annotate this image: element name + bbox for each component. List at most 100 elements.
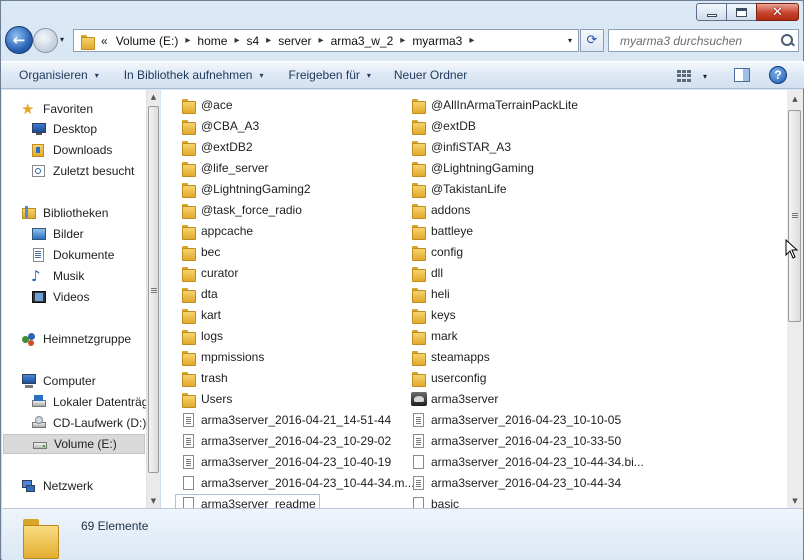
folder-item[interactable]: Users (181, 389, 232, 409)
folder-item[interactable]: @infiSTAR_A3 (411, 137, 511, 157)
folder-item[interactable]: @task_force_radio (181, 200, 302, 220)
sidebar-group-heimnetzgruppe[interactable]: Heimnetzgruppe (21, 329, 131, 349)
sidebar-item[interactable]: CD-Laufwerk (D:) (31, 413, 146, 433)
sidebar-item[interactable]: Bilder (31, 224, 84, 244)
breadcrumb-separator-icon[interactable]: ▸ (469, 35, 474, 46)
file-item[interactable]: arma3server_2016-04-21_14-51-44 (181, 410, 391, 430)
sidebar-item[interactable]: Desktop (31, 119, 97, 139)
folder-item[interactable]: @TakistanLife (411, 179, 507, 199)
file-item[interactable]: arma3server_readme (175, 494, 320, 508)
breadcrumb-separator-icon[interactable]: ▸ (185, 35, 190, 46)
file-list-scrollbar[interactable]: ▲ ▼ (787, 90, 803, 508)
search-icon[interactable] (776, 30, 798, 52)
breadcrumb-separator-icon[interactable]: ▸ (266, 35, 271, 46)
folder-item[interactable]: @LightningGaming2 (181, 179, 311, 199)
folder-item[interactable]: mpmissions (181, 347, 264, 367)
help-button[interactable]: ? (769, 66, 787, 84)
chevron-down-icon[interactable]: ▾ (703, 72, 707, 81)
folder-item[interactable]: appcache (181, 221, 253, 241)
file-item[interactable]: arma3server_2016-04-23_10-44-34.bi... (411, 452, 644, 472)
breadcrumb-item[interactable]: Volume (E:) (116, 34, 179, 48)
folder-item[interactable]: heli (411, 284, 450, 304)
file-item[interactable]: arma3server_2016-04-23_10-33-50 (411, 431, 621, 451)
sidebar-item[interactable]: ♪ Musik (31, 266, 84, 286)
folder-item[interactable]: config (411, 242, 463, 262)
share-with-button[interactable]: Freigeben für ▾ (283, 64, 377, 86)
scroll-down-icon[interactable]: ▼ (147, 494, 160, 508)
sidebar-group-bibliotheken[interactable]: Bibliotheken (21, 203, 108, 223)
forward-button[interactable]: → (33, 28, 58, 53)
breadcrumb-item[interactable]: s4 (246, 34, 259, 48)
folder-item[interactable]: trash (181, 368, 228, 388)
sidebar-item[interactable]: Dokumente (31, 245, 114, 265)
organize-button[interactable]: Organisieren ▾ (13, 64, 105, 86)
file-name: heli (431, 287, 450, 301)
sidebar-item[interactable]: Volume (E:) (3, 434, 145, 454)
folder-item[interactable]: dll (411, 263, 443, 283)
file-item[interactable]: arma3server (411, 389, 498, 409)
scroll-down-icon[interactable]: ▼ (787, 494, 803, 508)
address-bar[interactable]: « Volume (E:) ▸ home ▸ s4 ▸ server ▸ arma3_w_2 ▸ m… (73, 29, 579, 52)
file-item[interactable]: arma3server_2016-04-23_10-40-19 (181, 452, 391, 472)
sidebar-group-favoriten[interactable]: ★ Favoriten (21, 99, 93, 119)
folder-item[interactable]: addons (411, 200, 470, 220)
folder-item[interactable]: keys (411, 305, 456, 325)
folder-item[interactable]: @LightningGaming (411, 158, 534, 178)
folder-item[interactable]: battleye (411, 221, 473, 241)
file-item[interactable]: arma3server_2016-04-23_10-44-34.m... (181, 473, 414, 493)
folder-item[interactable]: kart (181, 305, 221, 325)
minimize-button[interactable] (696, 3, 727, 21)
sidebar-item[interactable]: Zuletzt besucht (31, 161, 134, 181)
new-folder-button[interactable]: Neuer Ordner (388, 64, 473, 86)
close-button[interactable]: ✕ (756, 3, 799, 21)
scrollbar-thumb[interactable] (148, 106, 159, 473)
folder-item[interactable]: curator (181, 263, 238, 283)
file-item[interactable]: arma3server_2016-04-23_10-29-02 (181, 431, 391, 451)
folder-item[interactable]: @CBA_A3 (181, 116, 259, 136)
folder-item[interactable]: @AllInArmaTerrainPackLite (411, 95, 578, 115)
breadcrumb-item[interactable]: myarma3 (412, 34, 462, 48)
breadcrumb-separator-icon[interactable]: ▸ (400, 35, 405, 46)
text-file-icon (181, 433, 197, 449)
search-input[interactable] (618, 32, 776, 49)
scrollbar-thumb[interactable] (788, 110, 801, 322)
breadcrumb-separator-icon[interactable]: ▸ (234, 35, 239, 46)
navigation-pane-scrollbar[interactable]: ▲ ▼ (146, 90, 160, 508)
breadcrumb-item[interactable]: server (278, 34, 311, 48)
file-icon (411, 496, 427, 508)
scroll-up-icon[interactable]: ▲ (787, 92, 803, 106)
file-item[interactable]: arma3server_2016-04-23_10-10-05 (411, 410, 621, 430)
folder-item[interactable]: @extDB (411, 116, 476, 136)
sidebar-item[interactable]: Lokaler Datenträger (C:) (31, 392, 146, 412)
scroll-up-icon[interactable]: ▲ (147, 90, 160, 104)
change-view-button[interactable]: ▾ (677, 65, 707, 87)
refresh-button[interactable]: ⟳ (580, 29, 604, 52)
breadcrumb-overflow-button[interactable]: « (101, 34, 108, 48)
folder-item[interactable]: @extDB2 (181, 137, 253, 157)
address-history-dropdown[interactable]: ▾ (562, 36, 578, 45)
sidebar-group-computer[interactable]: Computer (21, 371, 96, 391)
preview-pane-icon[interactable] (734, 68, 750, 82)
maximize-button[interactable] (726, 3, 757, 21)
sidebar-item[interactable]: Downloads (31, 140, 112, 160)
folder-item[interactable]: logs (181, 326, 223, 346)
file-item[interactable]: basic (411, 494, 459, 508)
folder-item[interactable]: @life_server (181, 158, 269, 178)
sidebar-item[interactable]: Videos (31, 287, 89, 307)
folder-item[interactable]: steamapps (411, 347, 490, 367)
include-in-library-button[interactable]: In Bibliothek aufnehmen ▾ (118, 64, 270, 86)
folder-item[interactable]: @ace (181, 95, 233, 115)
file-name: @AllInArmaTerrainPackLite (431, 98, 578, 112)
recent-pages-button[interactable]: ▾ (60, 35, 64, 44)
folder-item[interactable]: bec (181, 242, 220, 262)
back-button[interactable]: ← (5, 26, 33, 54)
breadcrumb-item[interactable]: arma3_w_2 (331, 34, 394, 48)
folder-item[interactable]: userconfig (411, 368, 486, 388)
folder-item[interactable]: dta (181, 284, 218, 304)
breadcrumb-item[interactable]: home (197, 34, 227, 48)
breadcrumb-separator-icon[interactable]: ▸ (319, 35, 324, 46)
file-item[interactable]: arma3server_2016-04-23_10-44-34 (411, 473, 621, 493)
file-name: arma3server_2016-04-23_10-40-19 (201, 455, 392, 469)
folder-item[interactable]: mark (411, 326, 458, 346)
sidebar-group-netzwerk[interactable]: Netzwerk (21, 476, 93, 496)
